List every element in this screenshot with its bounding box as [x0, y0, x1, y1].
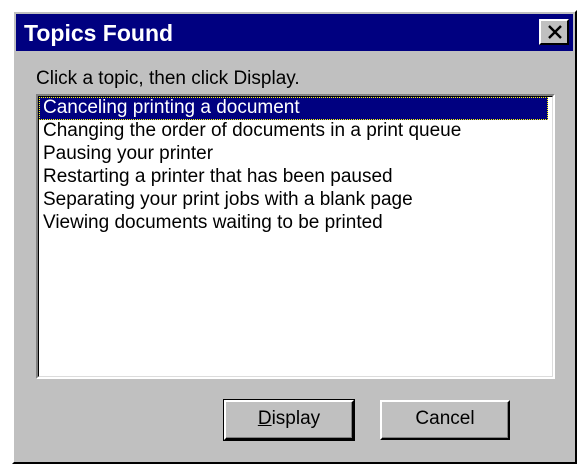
topic-item-viewing[interactable]: Viewing documents waiting to be printed [39, 212, 552, 235]
instruction-text: Click a topic, then click Display. [36, 68, 300, 89]
display-button-label: isplay [271, 408, 321, 429]
display-button-mnemonic: D [257, 408, 272, 429]
cancel-button[interactable]: Cancel [380, 400, 510, 440]
topic-item-separating[interactable]: Separating your print jobs with a blank … [39, 189, 552, 212]
display-button[interactable]: Display [223, 399, 355, 441]
topic-item-restarting[interactable]: Restarting a printer that has been pause… [39, 166, 552, 189]
topic-item-canceling[interactable]: Canceling printing a document [39, 97, 548, 120]
close-button[interactable] [539, 19, 569, 45]
topic-item-pausing[interactable]: Pausing your printer [39, 143, 552, 166]
close-x-icon [548, 25, 562, 39]
cancel-button-label: Cancel [415, 408, 475, 429]
title-bar[interactable]: Topics Found [16, 14, 573, 51]
topic-item-changing-order[interactable]: Changing the order of documents in a pri… [39, 120, 552, 143]
topics-listbox[interactable]: Canceling printing a document Changing t… [36, 94, 555, 379]
topics-found-dialog: Topics Found Click a topic, then click D… [12, 10, 577, 464]
dialog-title: Topics Found [24, 20, 174, 46]
